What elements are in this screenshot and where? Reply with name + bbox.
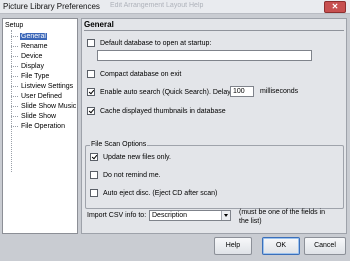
tree-item-rename[interactable]: Rename <box>11 42 48 51</box>
tree-item-file-type[interactable]: File Type <box>11 72 50 81</box>
auto-eject-label: Auto eject disc. (Eject CD after scan) <box>103 189 218 197</box>
cancel-button-label: Cancel <box>314 242 336 249</box>
import-csv-label: Import CSV info to: <box>87 212 147 219</box>
delay-unit-label: milliseconds <box>260 88 299 95</box>
tree-item-user-defined[interactable]: User Defined <box>11 92 63 101</box>
settings-tree: Setup General Rename Device Display File… <box>2 18 78 234</box>
do-not-remind-checkbox[interactable] <box>90 171 98 179</box>
file-scan-options-legend: File Scan Options <box>90 141 148 148</box>
delay-input[interactable]: 100 <box>230 86 254 97</box>
auto-eject-checkbox[interactable] <box>90 189 98 197</box>
tree-item-display[interactable]: Display <box>11 62 45 71</box>
default-database-label: Default database to open at startup: <box>100 39 212 47</box>
tree-item-file-operation[interactable]: File Operation <box>11 122 66 131</box>
cache-thumbnails-option[interactable]: Cache displayed thumbnails in database <box>87 106 226 116</box>
chevron-down-icon[interactable] <box>221 211 230 220</box>
auto-search-label: Enable auto search (Quick Search). Delay… <box>100 88 233 96</box>
window-title: Picture Library Preferences <box>3 2 100 11</box>
import-csv-note-line1: (must be one of the fields in <box>239 209 325 216</box>
import-csv-dropdown[interactable]: Description <box>149 210 231 221</box>
import-csv-selected: Description <box>152 212 188 219</box>
default-database-option[interactable]: Default database to open at startup: <box>87 38 211 48</box>
cache-thumbnails-label: Cache displayed thumbnails in database <box>100 107 226 115</box>
compact-database-option[interactable]: Compact database on exit <box>87 69 181 79</box>
tree-item-slide-show[interactable]: Slide Show <box>11 112 57 121</box>
update-new-files-label: Update new files only. <box>103 153 171 161</box>
do-not-remind-option[interactable]: Do not remind me. <box>90 170 161 180</box>
update-new-files-option[interactable]: Update new files only. <box>90 152 171 162</box>
update-new-files-checkbox[interactable] <box>90 153 98 161</box>
help-button[interactable]: Help <box>214 237 252 255</box>
close-icon: ✕ <box>331 2 339 11</box>
auto-search-option[interactable]: Enable auto search (Quick Search). Delay… <box>87 87 233 97</box>
auto-eject-option[interactable]: Auto eject disc. (Eject CD after scan) <box>90 188 217 198</box>
general-settings-panel: General Default database to open at star… <box>81 18 347 234</box>
title-bar: Picture Library Preferences Edit Arrange… <box>0 0 350 14</box>
background-menu-ghost: Edit Arrangement Layout Help <box>110 2 204 9</box>
ok-button-label: OK <box>275 242 287 249</box>
default-database-checkbox[interactable] <box>87 39 95 47</box>
tree-item-device[interactable]: Device <box>11 52 43 61</box>
import-csv-note-line2: the list) <box>239 218 262 225</box>
tree-item-slide-show-music[interactable]: Slide Show Music <box>11 102 77 111</box>
default-database-field[interactable] <box>97 50 312 61</box>
do-not-remind-label: Do not remind me. <box>103 171 161 179</box>
file-scan-options-group: File Scan Options Update new files only.… <box>85 141 344 209</box>
panel-heading: General <box>84 20 344 31</box>
tree-root-setup[interactable]: Setup <box>5 22 23 29</box>
auto-search-checkbox[interactable] <box>87 88 95 96</box>
cancel-button[interactable]: Cancel <box>304 237 346 255</box>
compact-database-label: Compact database on exit <box>100 70 182 78</box>
help-button-label: Help <box>225 242 241 249</box>
tree-item-general[interactable]: General <box>11 32 47 41</box>
compact-database-checkbox[interactable] <box>87 70 95 78</box>
tree-item-listview-settings[interactable]: Listview Settings <box>11 82 74 91</box>
ok-button[interactable]: OK <box>262 237 300 255</box>
cache-thumbnails-checkbox[interactable] <box>87 107 95 115</box>
close-button[interactable]: ✕ <box>324 1 346 13</box>
